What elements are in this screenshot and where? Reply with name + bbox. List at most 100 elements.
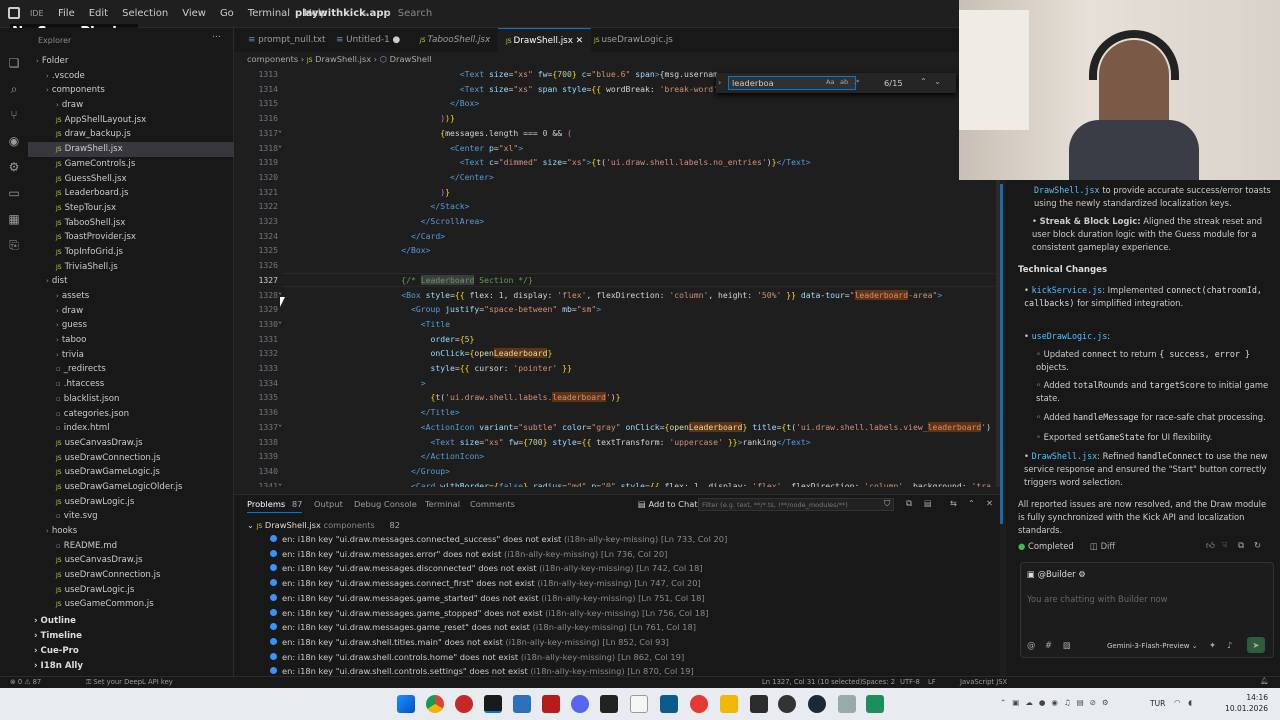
tree-item[interactable]: JS useDrawGameLogicOlder.js (28, 480, 234, 495)
tab-problems[interactable]: Problems 87 (247, 495, 303, 513)
problems-filter-input[interactable]: Filter (e.g. text, **/*.ts, !**/node_mod… (698, 498, 894, 511)
fold-chevron-icon[interactable]: ⌄ (278, 288, 282, 296)
encoding[interactable]: UTF-8 (900, 678, 920, 686)
volume-icon[interactable]: ◖ (1188, 698, 1192, 707)
deepl-status[interactable]: ⚿ Set your DeepL API key (86, 678, 173, 687)
code-editor[interactable]: 1313 1314 1315 1316 1317 1318 1319 1320 1321 1322… (234, 67, 1000, 487)
tab-draw-shell[interactable]: JS DrawShell.jsx ✕ (498, 28, 592, 52)
search-box[interactable]: ⌕ Search (385, 5, 705, 22)
fold-chevron-icon[interactable]: ⌄ (278, 420, 282, 428)
extensions-icon[interactable]: ⚙ (0, 154, 28, 180)
mention-icon[interactable]: @ (1027, 640, 1035, 650)
tree-item[interactable]: JS useDrawLogic.js (28, 495, 234, 510)
problem-row[interactable]: en: i18n key "ui.draw.messages.game_stop… (270, 606, 709, 621)
section-i18n-ally[interactable]: › I18n Ally (28, 659, 234, 674)
remote-icon[interactable]: ▭ (0, 180, 28, 206)
steam-icon[interactable] (808, 695, 826, 713)
match-case-icon[interactable]: Aa (826, 78, 834, 86)
fold-chevron-icon[interactable]: ⌄ (278, 126, 282, 134)
tree-item[interactable]: › draw (28, 304, 234, 319)
close-panel-icon[interactable]: ✕ (986, 498, 993, 508)
add-to-chat-button[interactable]: ▤ Add to Chat (638, 495, 698, 513)
tree-item[interactable]: › guess (28, 318, 234, 333)
menu-selection[interactable]: Selection (122, 8, 168, 19)
diff-button[interactable]: ◫ Diff (1090, 541, 1115, 551)
more-actions-icon[interactable]: ⋯ (212, 32, 221, 42)
app-icon[interactable] (866, 695, 884, 713)
chat-input-box[interactable]: ▣ @Builder ⚙ You are chatting with Build… (1020, 562, 1274, 658)
tree-item[interactable]: › draw (28, 98, 234, 113)
tree-item[interactable]: JS TriviaShell.js (28, 260, 234, 275)
extensions-grid-icon[interactable]: ▦ (0, 206, 28, 232)
tree-item[interactable]: JS useDrawGameLogic.js (28, 465, 234, 480)
translate-icon[interactable]: ⎘ (0, 232, 28, 258)
tree-item[interactable]: JS ToastProvider.jsx (28, 230, 234, 245)
menu-go[interactable]: Go (220, 8, 234, 19)
tree-item[interactable]: › hooks (28, 524, 234, 539)
microphone-icon[interactable]: ♪ (1227, 640, 1232, 650)
section-cue-pro[interactable]: › Cue-Pro (28, 644, 234, 659)
image-icon[interactable]: ▨ (1063, 640, 1071, 650)
language-mode[interactable]: JavaScript JSX (960, 678, 1007, 686)
thumbs-up-icon[interactable]: 👍︎ (1206, 540, 1215, 551)
search-icon[interactable]: ⌕ (0, 76, 28, 102)
chrome-icon[interactable] (426, 695, 444, 713)
tree-item[interactable]: › taboo (28, 333, 234, 348)
tree-item[interactable]: JS GuessShell.jsx (28, 172, 234, 187)
tree-item[interactable]: JS GameControls.js (28, 157, 234, 172)
breadcrumb-item[interactable]: components (247, 54, 298, 64)
line-ending[interactable]: LF (928, 678, 936, 686)
indentation[interactable]: Spaces: 2 (862, 678, 895, 686)
retry-icon[interactable]: ↻ (1254, 540, 1261, 550)
menu-terminal[interactable]: Terminal (248, 8, 290, 19)
tree-item[interactable]: JS useDrawConnection.js (28, 568, 234, 583)
filezilla-icon[interactable] (542, 695, 560, 713)
tab-output[interactable]: Output (314, 495, 343, 513)
problem-row[interactable]: en: i18n key "ui.draw.messages.connect_f… (270, 576, 701, 591)
tab-debug-console[interactable]: Debug Console (354, 495, 417, 513)
workspace-name[interactable]: playwithkick.app (295, 8, 391, 19)
send-button[interactable]: ➤ (1247, 637, 1265, 653)
tab-prompt-null[interactable]: ≡ prompt_null.txt (240, 28, 334, 52)
problem-row[interactable]: en: i18n key "ui.draw.shell.titles.main"… (270, 635, 669, 650)
hashtag-icon[interactable]: # (1045, 640, 1052, 650)
section-timeline[interactable]: › Timeline (28, 629, 234, 644)
split-icon[interactable]: ⇆ (950, 498, 957, 508)
tray-icons[interactable]: ⌃▣☁●◉♫▤⊘⚙ (1000, 698, 1115, 707)
collapse-all-icon[interactable]: ⧉ (906, 498, 912, 509)
sparkle-icon[interactable]: ✦ (1209, 640, 1216, 650)
menu-view[interactable]: View (182, 8, 206, 19)
tree-item[interactable]: JS Leaderboard.js (28, 186, 234, 201)
app-icon[interactable] (600, 695, 618, 713)
tree-item[interactable]: JS StepTour.jsx (28, 201, 234, 216)
notifications-icon[interactable]: 🔔︎ (1260, 677, 1269, 685)
problem-row[interactable]: en: i18n key "ui.draw.messages.error" do… (270, 547, 667, 562)
problem-row[interactable]: en: i18n key "ui.draw.messages.connected… (270, 532, 727, 547)
breadcrumb-item[interactable]: DrawShell.jsx (315, 54, 371, 64)
fold-chevron-icon[interactable]: ⌄ (278, 141, 282, 149)
tree-item[interactable]: ▫ blacklist.json (28, 392, 234, 407)
tree-item[interactable]: JS useGameCommon.js (28, 597, 234, 612)
cursor-position[interactable]: Ln 1327, Col 31 (10 selected) (762, 678, 862, 686)
app-icon[interactable] (750, 695, 768, 713)
tree-item[interactable]: › Folder (28, 54, 234, 69)
tree-item[interactable]: JS draw_backup.js (28, 127, 234, 142)
vivaldi-icon[interactable] (455, 695, 473, 713)
tree-item[interactable]: JS TopInfoGrid.js (28, 245, 234, 260)
source-control-icon[interactable]: ⑂ (0, 102, 28, 128)
run-debug-icon[interactable]: ◉ (0, 128, 28, 154)
problem-row[interactable]: en: i18n key "ui.draw.messages.disconnec… (270, 561, 703, 576)
tree-item[interactable]: ▫ README.md (28, 539, 234, 554)
fold-chevron-icon[interactable]: ⌄ (278, 317, 282, 325)
discord-icon[interactable] (571, 695, 589, 713)
tree-item[interactable]: ▫ index.html (28, 421, 234, 436)
tab-untitled[interactable]: ≡ Untitled-1 ● (328, 28, 408, 52)
clock-date[interactable]: 10.01.2026 (1222, 704, 1268, 713)
model-selector[interactable]: Gemini-3-Flash-Preview ⌄ (1107, 642, 1198, 650)
tree-item[interactable]: › dist (28, 274, 234, 289)
ide-icon[interactable] (484, 695, 502, 713)
tree-item[interactable]: › .vscode (28, 69, 234, 84)
tree-item[interactable]: JS useDrawConnection.js (28, 451, 234, 466)
tree-item[interactable]: ▫ _redirects (28, 362, 234, 377)
tree-item[interactable]: › trivia (28, 348, 234, 363)
